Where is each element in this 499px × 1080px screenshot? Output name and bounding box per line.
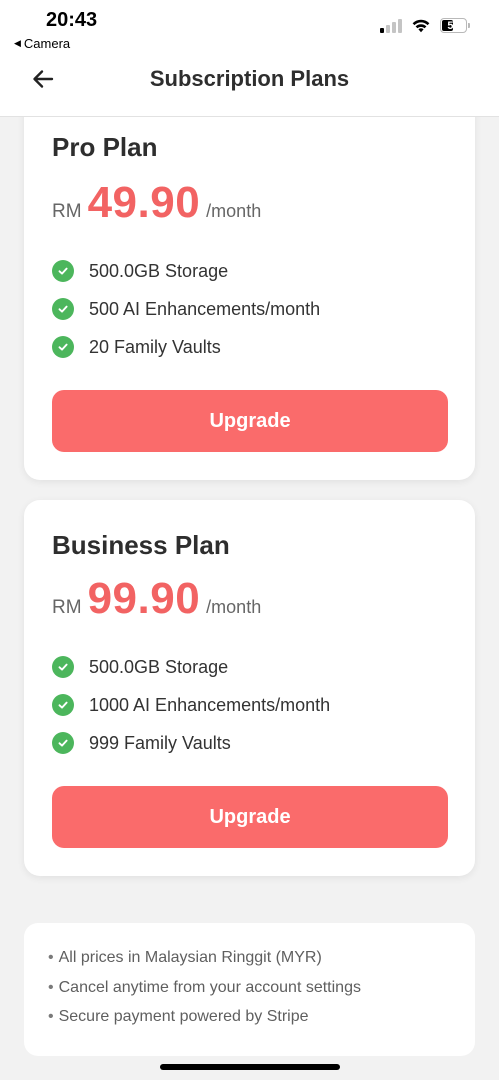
feature-list: 500.0GB Storage 500 AI Enhancements/mont… bbox=[52, 252, 320, 366]
wifi-icon bbox=[412, 19, 430, 33]
price-row: RM 49.90 /month bbox=[52, 178, 261, 228]
feature-text: 20 Family Vaults bbox=[89, 336, 221, 357]
plan-card-pro: Pro Plan RM 49.90 /month 500.0GB Storage… bbox=[24, 92, 475, 480]
note-item: • All prices in Malaysian Ringgit (MYR) bbox=[48, 943, 451, 973]
feature-item: 500 AI Enhancements/month bbox=[52, 290, 320, 328]
note-item: • Secure payment powered by Stripe bbox=[48, 1002, 451, 1032]
check-circle-icon bbox=[52, 298, 74, 320]
note-text: Cancel anytime from your account setting… bbox=[58, 978, 361, 996]
plan-name: Business Plan bbox=[52, 530, 230, 560]
note-text: Secure payment powered by Stripe bbox=[58, 1008, 309, 1025]
note-text: All prices in Malaysian Ringgit (MYR) bbox=[58, 949, 322, 966]
bullet: • bbox=[48, 978, 54, 996]
price-amount: 49.90 bbox=[87, 178, 201, 227]
status-icons: 52 bbox=[380, 18, 470, 33]
check-circle-icon bbox=[52, 732, 74, 754]
bullet: • bbox=[48, 1008, 54, 1025]
feature-text: 1000 AI Enhancements/month bbox=[89, 694, 331, 715]
price-amount: 99.90 bbox=[87, 574, 201, 623]
plan-name: Pro Plan bbox=[52, 132, 158, 162]
back-to-app-link[interactable]: ◀ Camera bbox=[14, 36, 70, 51]
feature-text: 500.0GB Storage bbox=[89, 260, 229, 281]
feature-item: 1000 AI Enhancements/month bbox=[52, 686, 330, 724]
feature-text: 999 Family Vaults bbox=[89, 732, 231, 753]
back-triangle-icon: ◀ bbox=[14, 38, 21, 48]
feature-text: 500 AI Enhancements/month bbox=[89, 298, 321, 319]
top-bar: 20:43 ◀ Camera 52 Subscription Plans bbox=[0, 0, 499, 117]
feature-list: 500.0GB Storage 1000 AI Enhancements/mon… bbox=[52, 648, 330, 762]
price-row: RM 99.90 /month bbox=[52, 574, 261, 624]
check-circle-icon bbox=[52, 260, 74, 282]
pricing-notes: • All prices in Malaysian Ringgit (MYR) … bbox=[24, 923, 475, 1056]
price-currency: RM bbox=[52, 201, 82, 222]
upgrade-button-business[interactable]: Upgrade bbox=[52, 786, 448, 848]
price-period: /month bbox=[206, 597, 262, 617]
check-circle-icon bbox=[52, 656, 74, 678]
home-indicator[interactable] bbox=[160, 1064, 340, 1070]
battery-level-text: 52 bbox=[447, 19, 460, 32]
feature-item: 999 Family Vaults bbox=[52, 724, 330, 762]
check-circle-icon bbox=[52, 694, 74, 716]
feature-item: 500.0GB Storage bbox=[52, 648, 330, 686]
battery-icon: 52 bbox=[440, 18, 470, 33]
plan-card-business: Business Plan RM 99.90 /month 500.0GB St… bbox=[24, 500, 475, 876]
status-time: 20:43 bbox=[46, 9, 98, 31]
cellular-signal-icon bbox=[380, 18, 402, 33]
back-app-label: Camera bbox=[23, 36, 71, 51]
upgrade-button-pro[interactable]: Upgrade bbox=[52, 390, 448, 452]
feature-item: 500.0GB Storage bbox=[52, 252, 320, 290]
feature-text: 500.0GB Storage bbox=[89, 656, 229, 677]
battery-nub bbox=[468, 23, 470, 28]
check-circle-icon bbox=[52, 336, 74, 358]
feature-item: 20 Family Vaults bbox=[52, 328, 320, 366]
note-item: • Cancel anytime from your account setti… bbox=[48, 973, 451, 1003]
price-period: /month bbox=[206, 201, 262, 221]
page-title: Subscription Plans bbox=[149, 66, 350, 91]
price-currency: RM bbox=[52, 597, 82, 618]
bullet: • bbox=[48, 949, 54, 966]
